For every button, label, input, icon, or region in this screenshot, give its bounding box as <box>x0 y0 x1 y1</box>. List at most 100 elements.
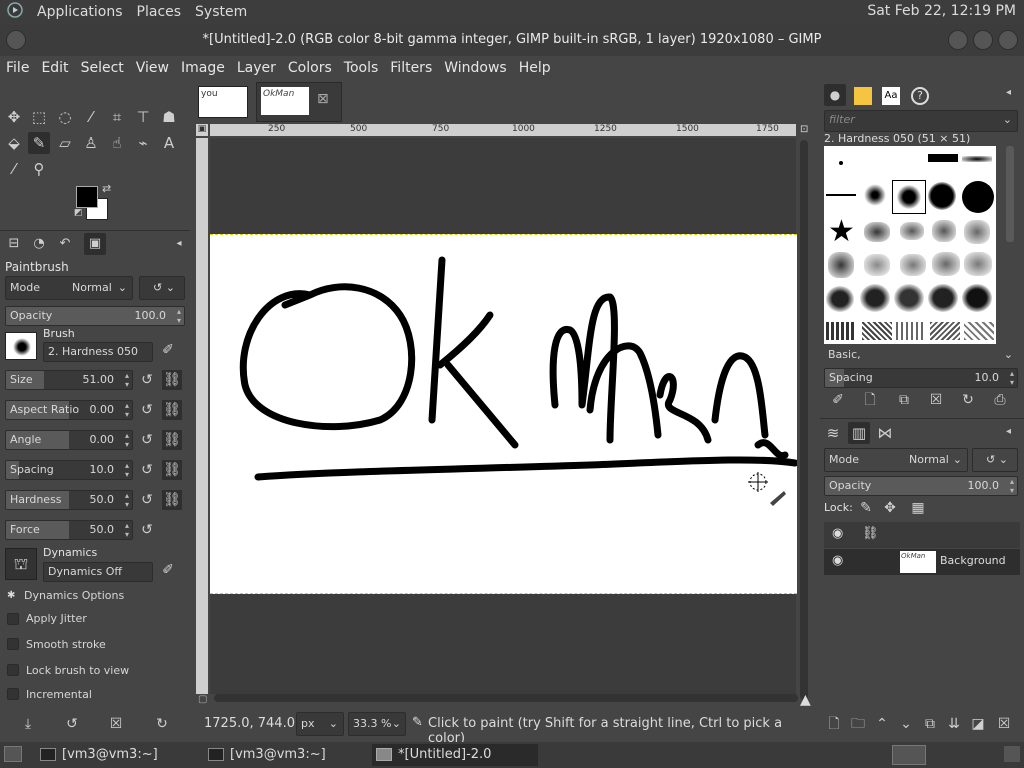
link-hardness-icon[interactable]: ⛓ <box>162 490 182 510</box>
images-tab-icon[interactable]: ▣ <box>84 233 106 255</box>
angle-slider[interactable]: Angle 0.00 ▴ ▾ <box>5 430 133 450</box>
warp-tool-icon[interactable]: ☗ <box>158 106 180 128</box>
menu-tools[interactable]: Tools <box>338 56 385 80</box>
menu-view[interactable]: View <box>130 56 175 80</box>
link-size-icon[interactable]: ⛓ <box>162 370 182 390</box>
menu-image[interactable]: Image <box>175 56 231 80</box>
show-desktop-icon[interactable] <box>4 746 22 762</box>
reset-aspect-icon[interactable]: ↺ <box>137 400 157 420</box>
navigate-image-icon[interactable]: ▲ <box>800 692 811 708</box>
force-slider[interactable]: Force 50.0 ▴ ▾ <box>5 520 133 540</box>
lasso-tool-icon[interactable]: ◌ <box>54 106 76 128</box>
reset-size-icon[interactable]: ↺ <box>137 370 157 390</box>
delete-layer-icon[interactable]: ☒ <box>994 714 1014 734</box>
raise-layer-icon[interactable]: ⌃ <box>872 714 892 734</box>
incremental-label[interactable]: Incremental <box>26 688 92 701</box>
close-tab-icon[interactable]: ⊠ <box>317 91 329 107</box>
aspect-ratio-slider[interactable]: Aspect Ratio 0.00 ▴ ▾ <box>5 400 133 420</box>
layer-mode-reset[interactable]: ↺ ⌄ <box>972 448 1018 472</box>
refresh-brushes-icon[interactable]: ↻ <box>958 390 978 410</box>
duplicate-layer-icon[interactable]: ⧉ <box>920 714 940 734</box>
rect-select-tool-icon[interactable]: ⬚ <box>28 106 50 128</box>
save-options-icon[interactable]: ⤓ <box>18 714 38 734</box>
layer-name[interactable]: Background <box>940 554 1006 567</box>
move-tool-icon[interactable]: ✥ <box>3 106 25 128</box>
link-aspect-icon[interactable]: ⛓ <box>162 400 182 420</box>
edit-brush-action-icon[interactable]: ✐ <box>828 390 848 410</box>
taskbar-item-terminal-2[interactable]: [vm3@vm3:~] <box>204 744 364 766</box>
dock-menu-icon-right[interactable]: ◂ <box>1006 87 1011 98</box>
vertical-scrollbar[interactable] <box>800 140 808 700</box>
menu-colors[interactable]: Colors <box>282 56 338 80</box>
link-spacing-icon[interactable]: ⛓ <box>162 460 182 480</box>
layer-visibility-icon[interactable]: ◉ <box>832 553 843 568</box>
minimize-icon[interactable] <box>948 30 968 50</box>
bucket-fill-tool-icon[interactable]: ⬙ <box>3 132 25 154</box>
brush-name-field[interactable]: 2. Hardness 050 <box>43 342 153 362</box>
zoom-select[interactable]: 33.3 % ⌄ <box>348 712 406 736</box>
taskbar-item-terminal-1[interactable]: [vm3@vm3:~] <box>36 744 196 766</box>
duplicate-brush-icon[interactable]: ⧉ <box>894 390 914 410</box>
merge-layer-icon[interactable]: ⇊ <box>944 714 964 734</box>
reset-hardness-icon[interactable]: ↺ <box>137 490 157 510</box>
help-tab-icon[interactable]: ? <box>911 87 929 105</box>
color-picker-tool-icon[interactable]: ⁄ <box>3 158 25 180</box>
smooth-stroke-checkbox[interactable] <box>7 638 19 650</box>
reset-options-icon[interactable]: ↻ <box>152 714 172 734</box>
text-tool-icon[interactable]: A <box>158 132 180 154</box>
lock-position-icon[interactable]: ✥ <box>880 498 900 518</box>
new-layer-group-icon[interactable]: 🗀 <box>848 714 868 734</box>
mode-reset-menu[interactable]: ↺ ⌄ <box>139 276 185 300</box>
brush-grid-scrollbar[interactable] <box>1006 146 1014 242</box>
default-colors-icon[interactable]: ◩ <box>74 208 83 218</box>
device-status-tab-icon[interactable]: ◔ <box>28 233 50 255</box>
lock-brush-checkbox[interactable] <box>7 664 19 676</box>
taskbar-item-gimp[interactable]: *[Untitled]-2.0 (RGB... <box>372 744 538 766</box>
layer-opacity-slider[interactable]: Opacity 100.0 ▴ ▾ <box>824 476 1018 496</box>
restore-options-icon[interactable]: ↺ <box>62 714 82 734</box>
lock-pixels-icon[interactable]: ✎ <box>856 498 876 518</box>
smudge-tool-icon[interactable]: ☝ <box>106 132 128 154</box>
close-window-icon[interactable] <box>998 30 1018 50</box>
horizontal-scrollbar[interactable] <box>214 694 798 702</box>
brush-spacing-slider[interactable]: Spacing 10.0 ▴ ▾ <box>824 368 1018 388</box>
lower-layer-icon[interactable]: ⌄ <box>896 714 916 734</box>
maximize-icon[interactable] <box>973 30 993 50</box>
new-layer-icon[interactable]: 🗋 <box>824 714 844 734</box>
trash-icon[interactable] <box>1004 746 1020 762</box>
dynamics-name-field[interactable]: Dynamics Off <box>43 562 153 582</box>
reset-force-icon[interactable]: ↺ <box>137 520 157 540</box>
paths-tab-icon[interactable]: ⋈ <box>874 422 896 444</box>
mask-layer-icon[interactable]: ◪ <box>968 714 988 734</box>
apply-jitter-label[interactable]: Apply Jitter <box>26 612 87 625</box>
quick-mask-toggle-icon[interactable]: ▣ <box>196 124 208 136</box>
menu-filters[interactable]: Filters <box>384 56 438 80</box>
undo-history-tab-icon[interactable]: ↶ <box>54 233 76 255</box>
channels-tab-icon[interactable]: ▥ <box>848 422 870 444</box>
layers-tab-icon[interactable]: ≋ <box>822 422 844 444</box>
paintbrush-tool-icon[interactable]: ✎ <box>28 132 50 154</box>
edit-dynamics-icon[interactable]: ✐ <box>158 560 178 580</box>
dynamics-preview-icon[interactable]: ⛫ <box>5 548 37 580</box>
eraser-tool-icon[interactable]: ▱ <box>54 132 76 154</box>
places-menu[interactable]: Places <box>130 4 189 20</box>
system-menu[interactable]: System <box>188 4 254 20</box>
menu-file[interactable]: File <box>0 56 35 80</box>
reset-angle-icon[interactable]: ↺ <box>137 430 157 450</box>
system-logo-icon[interactable] <box>0 2 30 22</box>
zoom-tool-icon[interactable]: ⚲ <box>28 158 50 180</box>
mode-select[interactable]: Mode Normal ⌄ <box>5 276 133 300</box>
expander-icon[interactable]: ✱ <box>7 590 15 601</box>
image-canvas[interactable] <box>210 234 799 594</box>
applications-menu[interactable]: Applications <box>30 4 130 20</box>
tool-options-tab-icon[interactable]: ⊟ <box>3 233 25 255</box>
zoom-fit-icon[interactable]: ⊡ <box>800 124 808 135</box>
delete-options-icon[interactable]: ☒ <box>106 714 126 734</box>
layer-mode-select[interactable]: Mode Normal ⌄ <box>824 448 968 472</box>
reset-spacing-icon[interactable]: ↺ <box>137 460 157 480</box>
brush-filter-input[interactable]: filter ⌄ <box>824 110 1018 132</box>
image-tab-thumb-1[interactable]: you <box>198 86 248 118</box>
image-tab-active[interactable]: OkMan ⊠ <box>256 82 342 122</box>
hardness-slider[interactable]: Hardness 50.0 ▴ ▾ <box>5 490 133 510</box>
foreground-color-swatch[interactable] <box>76 186 98 208</box>
